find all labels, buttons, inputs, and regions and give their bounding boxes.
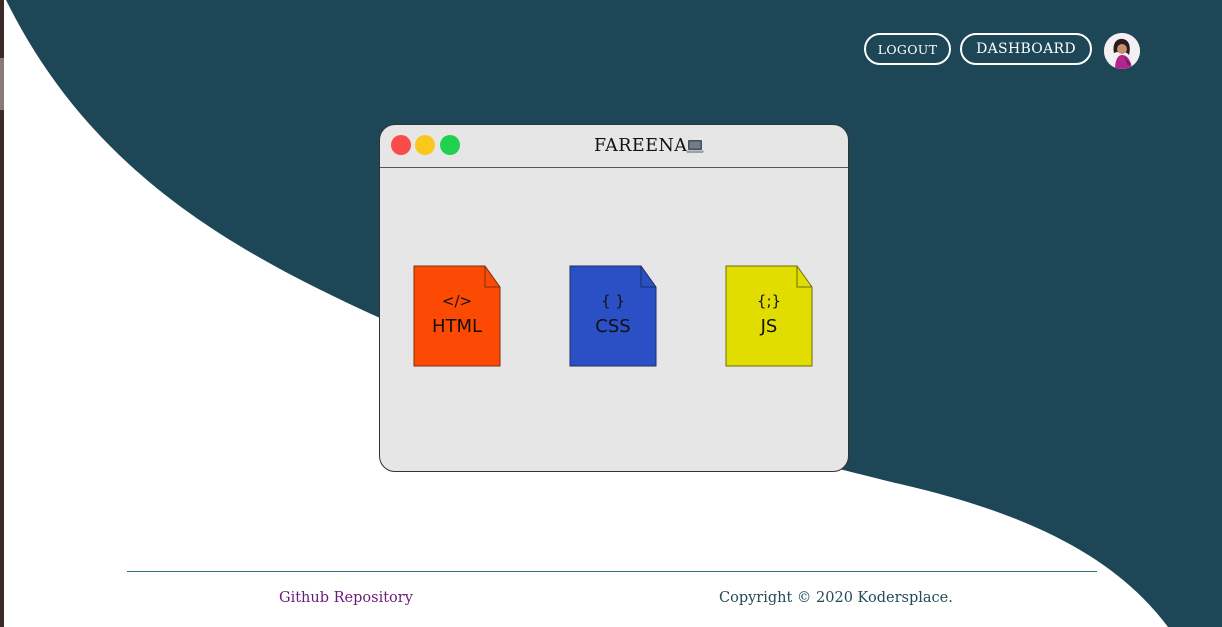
window-minimize-button[interactable] <box>415 135 435 155</box>
window-close-button[interactable] <box>391 135 411 155</box>
js-label: JS <box>760 316 778 337</box>
left-edge-strip <box>0 0 4 627</box>
css-label: CSS <box>595 316 631 337</box>
logout-button[interactable]: LOGOUT <box>864 33 951 65</box>
window-title: FAREENA <box>594 136 688 156</box>
github-repository-link[interactable]: Github Repository <box>279 590 413 606</box>
js-glyph: {;} <box>756 292 782 310</box>
css-file-card[interactable]: { } CSS <box>569 265 657 367</box>
html-glyph: </> <box>441 292 473 310</box>
html-label: HTML <box>431 316 483 337</box>
window-titlebar: FAREENA <box>380 125 848 168</box>
app-window: FAREENA </> HTML { } CSS {;} JS <box>379 124 849 472</box>
css-glyph: { } <box>601 292 625 310</box>
profile-avatar-icon[interactable] <box>1104 33 1140 69</box>
dashboard-button[interactable]: DASHBOARD <box>960 33 1092 65</box>
js-file-card[interactable]: {;} JS <box>725 265 813 367</box>
copyright-text: Copyright © 2020 Kodersplace. <box>719 590 953 606</box>
laptop-icon <box>686 140 704 153</box>
window-maximize-button[interactable] <box>440 135 460 155</box>
html-file-card[interactable]: </> HTML <box>413 265 501 367</box>
footer-divider <box>127 571 1097 572</box>
